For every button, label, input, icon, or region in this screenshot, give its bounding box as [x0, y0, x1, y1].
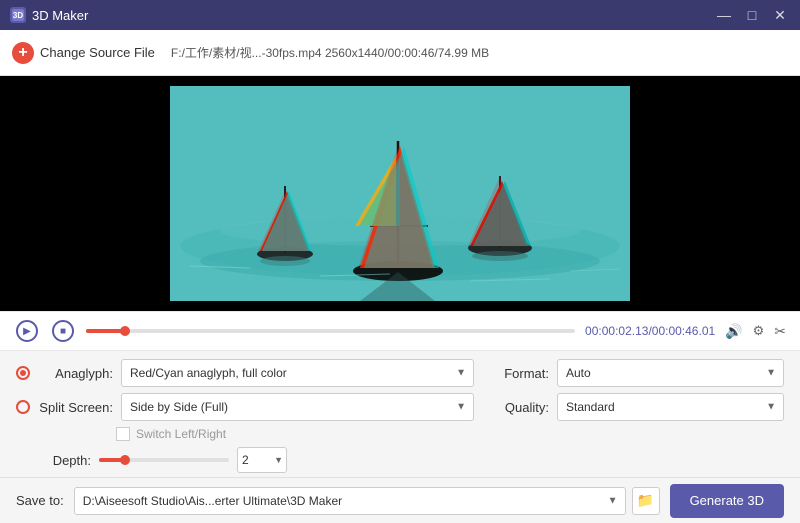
format-select[interactable]: Auto MP4 AVI MKV MOV [557, 359, 784, 387]
depth-label: Depth: [16, 453, 91, 468]
video-area [0, 76, 800, 311]
video-preview [0, 76, 800, 311]
scissors-icon[interactable]: ✂ [774, 323, 786, 340]
save-to-label: Save to: [16, 493, 64, 508]
depth-handle[interactable] [120, 455, 130, 465]
stop-icon: ■ [52, 320, 74, 342]
file-info: F:/工作/素材/视...-30fps.mp4 2560x1440/00:00:… [171, 44, 489, 61]
folder-icon: 📁 [637, 492, 654, 509]
depth-slider[interactable] [99, 458, 229, 462]
switch-lr-wrapper: Switch Left/Right [116, 427, 474, 441]
format-row: Format: Auto MP4 AVI MKV MOV ▼ [494, 359, 784, 387]
app-title: 3D Maker [32, 8, 88, 23]
title-bar-left: 3D 3D Maker [10, 7, 88, 23]
title-bar-controls: — □ ✕ [714, 5, 790, 25]
anaglyph-select[interactable]: Red/Cyan anaglyph, full color Red/Cyan a… [121, 359, 474, 387]
change-source-label: Change Source File [40, 45, 155, 60]
app-icon: 3D [10, 7, 26, 23]
left-settings-col: Anaglyph: Red/Cyan anaglyph, full color … [16, 359, 474, 473]
split-screen-radio[interactable] [16, 400, 30, 414]
quality-select-wrapper: Standard High Super High ▼ [557, 393, 784, 421]
split-screen-select-wrapper: Side by Side (Full) Side by Side (Half) … [121, 393, 474, 421]
quality-select[interactable]: Standard High Super High [557, 393, 784, 421]
progress-handle[interactable] [120, 326, 130, 336]
top-bar: + Change Source File F:/工作/素材/视...-30fps… [0, 30, 800, 76]
switch-lr-label: Switch Left/Right [136, 427, 226, 441]
format-select-wrapper: Auto MP4 AVI MKV MOV ▼ [557, 359, 784, 387]
progress-bar[interactable] [86, 329, 575, 333]
controls-bar: ▶ ■ 00:00:02.13/00:00:46.01 🔊 ⚙ ✂ [0, 311, 800, 351]
depth-row: Depth: 1 2 3 4 5 ▼ [16, 447, 474, 473]
maximize-button[interactable]: □ [742, 5, 762, 25]
switch-lr-checkbox[interactable] [116, 427, 130, 441]
plus-icon: + [12, 42, 34, 64]
split-screen-row: Split Screen: Side by Side (Full) Side b… [16, 393, 474, 421]
svg-text:3D: 3D [13, 11, 23, 20]
change-source-button[interactable]: + Change Source File [12, 38, 155, 68]
right-settings-col: Format: Auto MP4 AVI MKV MOV ▼ Quality: [494, 359, 784, 473]
video-canvas [170, 86, 630, 301]
save-bar: Save to: D:\Aiseesoft Studio\Ais...erter… [0, 477, 800, 523]
quality-row: Quality: Standard High Super High ▼ [494, 393, 784, 421]
anaglyph-row: Anaglyph: Red/Cyan anaglyph, full color … [16, 359, 474, 387]
close-button[interactable]: ✕ [770, 5, 790, 25]
stop-button[interactable]: ■ [50, 318, 76, 344]
split-screen-select[interactable]: Side by Side (Full) Side by Side (Half) … [121, 393, 474, 421]
main-window: + Change Source File F:/工作/素材/视...-30fps… [0, 30, 800, 523]
browse-folder-button[interactable]: 📁 [632, 487, 660, 515]
settings-panel: Anaglyph: Red/Cyan anaglyph, full color … [0, 351, 800, 473]
anaglyph-label: Anaglyph: [38, 366, 113, 381]
save-path-wrapper: D:\Aiseesoft Studio\Ais...erter Ultimate… [74, 487, 660, 515]
depth-select[interactable]: 1 2 3 4 5 [237, 447, 287, 473]
format-label: Format: [494, 366, 549, 381]
title-bar: 3D 3D Maker — □ ✕ [0, 0, 800, 30]
play-button[interactable]: ▶ [14, 318, 40, 344]
quality-label: Quality: [494, 400, 549, 415]
volume-icon[interactable]: 🔊 [725, 323, 742, 340]
generate-3d-button[interactable]: Generate 3D [670, 484, 784, 518]
settings-icon[interactable]: ⚙ [753, 323, 765, 339]
ctrl-icons: 🔊 ⚙ ✂ [725, 323, 786, 340]
anaglyph-radio[interactable] [16, 366, 30, 380]
minimize-button[interactable]: — [714, 5, 734, 25]
play-icon: ▶ [16, 320, 38, 342]
time-display: 00:00:02.13/00:00:46.01 [585, 324, 715, 338]
save-path-select[interactable]: D:\Aiseesoft Studio\Ais...erter Ultimate… [74, 487, 626, 515]
anaglyph-select-wrapper: Red/Cyan anaglyph, full color Red/Cyan a… [121, 359, 474, 387]
split-screen-label: Split Screen: [38, 400, 113, 415]
